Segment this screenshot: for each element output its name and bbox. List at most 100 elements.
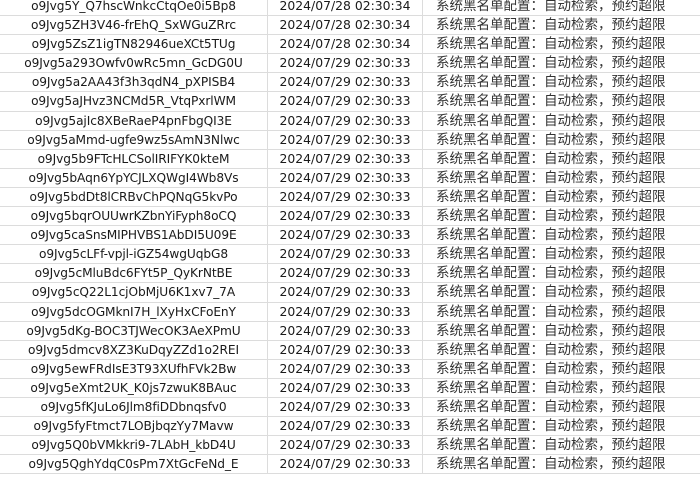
timestamp-cell[interactable]: 2024/07/29 02:30:33 (268, 226, 423, 245)
reason-cell[interactable]: 系统黑名单配置：自动检索，预约超限 (423, 360, 700, 378)
openid-cell[interactable]: o9Jvg5ewFRdIsE3T93XUfhFVk2Bw (0, 359, 268, 378)
openid-cell[interactable]: o9Jvg5bAqn6YpYCJLXQWgI4Wb8Vs (0, 168, 268, 187)
timestamp-cell[interactable]: 2024/07/29 02:30:33 (268, 302, 423, 321)
reason-cell[interactable]: 系统黑名单配置：自动检索，预约超限 (423, 436, 700, 454)
table-row: o9Jvg5ewFRdIsE3T93XUfhFVk2Bw 2024/07/29 0… (0, 359, 700, 379)
table-row: o9Jvg5cLFf-vpjl-iGZ54wgUqbG8 2024/07/29 0… (0, 245, 700, 265)
timestamp-cell[interactable]: 2024/07/29 02:30:33 (268, 283, 423, 302)
openid-cell[interactable]: o9Jvg5a293Owfv0wRc5mn_GcDG0U (0, 54, 268, 73)
timestamp-cell[interactable]: 2024/07/29 02:30:33 (268, 92, 423, 111)
reason-cell[interactable]: 系统黑名单配置：自动检索，预约超限 (423, 417, 700, 435)
reason-cell[interactable]: 系统黑名单配置：自动检索，预约超限 (423, 283, 700, 301)
timestamp-cell[interactable]: 2024/07/29 02:30:33 (268, 340, 423, 359)
reason-cell[interactable]: 系统黑名单配置：自动检索，预约超限 (423, 322, 700, 340)
openid-cell[interactable]: o9Jvg5fKJuLo6Jlm8fiDDbnqsfv0 (0, 397, 268, 417)
table-row: o9Jvg5dmcv8XZ3KuDqyZZd1o2REI 2024/07/29 0… (0, 340, 700, 360)
timestamp-cell[interactable]: 2024/07/29 02:30:33 (268, 149, 423, 168)
openid-cell[interactable]: o9Jvg5fyFtmct7LOBjbqzYy7Mavw (0, 417, 268, 436)
timestamp-cell[interactable]: 2024/07/29 02:30:33 (268, 417, 423, 436)
openid-cell[interactable]: o9Jvg5eXmt2UK_K0js7zwuK8BAuc (0, 378, 268, 397)
openid-cell[interactable]: o9Jvg5b9FTcHLCSolIRIFYK0kteM (0, 149, 268, 168)
timestamp-cell[interactable]: 2024/07/29 02:30:33 (268, 73, 423, 92)
table-row: o9Jvg5caSnsMIPHVBS1AbDI5U09E 2024/07/29 0… (0, 226, 700, 246)
openid-cell[interactable]: o9Jvg5cMluBdc6FYt5P_QyKrNtBE (0, 264, 268, 283)
timestamp-cell[interactable]: 2024/07/29 02:30:33 (268, 264, 423, 283)
table-row: o9Jvg5dKg-BOC3TJWecOK3AeXPmU 2024/07/29 0… (0, 321, 700, 341)
table-row: o9Jvg5bqrOUUwrKZbnYiFyph8oCQ 2024/07/29 0… (0, 207, 700, 227)
timestamp-cell[interactable]: 2024/07/29 02:30:33 (268, 455, 423, 474)
openid-cell[interactable]: o9Jvg5caSnsMIPHVBS1AbDI5U09E (0, 226, 268, 245)
reason-cell[interactable]: 系统黑名单配置：自动检索，预约超限 (423, 398, 700, 416)
table-row: o9Jvg5bdDt8lCRBvChPQNqG5kvPo 2024/07/29 0… (0, 187, 700, 208)
openid-cell[interactable]: o9Jvg5aJHvz3NCMd5R_VtqPxrlWM (0, 92, 268, 111)
openid-cell[interactable]: o9Jvg5ajIc8XBeRaeP4pnFbgQI3E (0, 111, 268, 130)
table-row: o9Jvg5QghYdqC0sPm7XtGcFeNd_E 2024/07/29 0… (0, 455, 700, 475)
reason-cell[interactable]: 系统黑名单配置：自动检索，预约超限 (423, 0, 700, 15)
reason-cell[interactable]: 系统黑名单配置：自动检索，预约超限 (423, 341, 700, 359)
reason-cell[interactable]: 系统黑名单配置：自动检索，预约超限 (423, 131, 700, 149)
reason-cell[interactable]: 系统黑名单配置：自动检索，预约超限 (423, 150, 700, 168)
openid-cell[interactable]: o9Jvg5ZH3V46-frEhQ_SxWGuZRrc (0, 16, 268, 35)
reason-cell[interactable]: 系统黑名单配置：自动检索，预约超限 (423, 92, 700, 110)
reason-cell[interactable]: 系统黑名单配置：自动检索，预约超限 (423, 16, 700, 34)
reason-cell[interactable]: 系统黑名单配置：自动检索，预约超限 (423, 73, 700, 91)
table-row: o9Jvg5ZsZ1igTN82946ueXCt5TUg 2024/07/28 0… (0, 35, 700, 55)
timestamp-cell[interactable]: 2024/07/28 02:30:34 (268, 16, 423, 35)
timestamp-cell[interactable]: 2024/07/29 02:30:33 (268, 130, 423, 149)
table-row: o9Jvg5dcOGMknI7H_lXyHxCFoEnY 2024/07/29 0… (0, 302, 700, 322)
openid-cell[interactable]: o9Jvg5Y_Q7hscWnkcCtqOe0i5Bp8 (0, 0, 268, 16)
reason-cell[interactable]: 系统黑名单配置：自动检索，预约超限 (423, 245, 700, 263)
openid-cell[interactable]: o9Jvg5aMmd-ugfe9wz5sAmN3Nlwc (0, 130, 268, 149)
reason-cell[interactable]: 系统黑名单配置：自动检索，预约超限 (423, 35, 700, 53)
table-row: o9Jvg5cMluBdc6FYt5P_QyKrNtBE 2024/07/29 0… (0, 264, 700, 284)
openid-cell[interactable]: o9Jvg5QghYdqC0sPm7XtGcFeNd_E (0, 455, 268, 474)
openid-cell[interactable]: o9Jvg5bdDt8lCRBvChPQNqG5kvPo (0, 187, 268, 207)
timestamp-cell[interactable]: 2024/07/29 02:30:33 (268, 168, 423, 187)
timestamp-cell[interactable]: 2024/07/29 02:30:33 (268, 187, 423, 207)
reason-cell[interactable]: 系统黑名单配置：自动检索，预约超限 (423, 112, 700, 130)
table-row: o9Jvg5bAqn6YpYCJLXQWgI4Wb8Vs 2024/07/29 0… (0, 168, 700, 188)
table-row: o9Jvg5a293Owfv0wRc5mn_GcDG0U 2024/07/29 0… (0, 54, 700, 74)
openid-cell[interactable]: o9Jvg5cLFf-vpjl-iGZ54wgUqbG8 (0, 245, 268, 264)
table-row: o9Jvg5fyFtmct7LOBjbqzYy7Mavw 2024/07/29 0… (0, 417, 700, 437)
table-row: o9Jvg5aJHvz3NCMd5R_VtqPxrlWM 2024/07/29 0… (0, 92, 700, 112)
table-row: o9Jvg5aMmd-ugfe9wz5sAmN3Nlwc 2024/07/29 0… (0, 130, 700, 150)
reason-cell[interactable]: 系统黑名单配置：自动检索，预约超限 (423, 264, 700, 282)
table-row: o9Jvg5fKJuLo6Jlm8fiDDbnqsfv0 2024/07/29 0… (0, 397, 700, 418)
timestamp-cell[interactable]: 2024/07/29 02:30:33 (268, 111, 423, 130)
openid-cell[interactable]: o9Jvg5Q0bVMkkri9-7LAbH_kbD4U (0, 436, 268, 455)
reason-cell[interactable]: 系统黑名单配置：自动检索，预约超限 (423, 226, 700, 244)
timestamp-cell[interactable]: 2024/07/29 02:30:33 (268, 378, 423, 397)
timestamp-cell[interactable]: 2024/07/29 02:30:33 (268, 321, 423, 340)
reason-cell[interactable]: 系统黑名单配置：自动检索，预约超限 (423, 207, 700, 225)
openid-cell[interactable]: o9Jvg5ZsZ1igTN82946ueXCt5TUg (0, 35, 268, 54)
table-row: o9Jvg5Q0bVMkkri9-7LAbH_kbD4U 2024/07/29 0… (0, 436, 700, 456)
timestamp-cell[interactable]: 2024/07/29 02:30:33 (268, 359, 423, 378)
timestamp-cell[interactable]: 2024/07/29 02:30:33 (268, 207, 423, 226)
openid-cell[interactable]: o9Jvg5dmcv8XZ3KuDqyZZd1o2REI (0, 340, 268, 359)
timestamp-cell[interactable]: 2024/07/29 02:30:33 (268, 54, 423, 73)
reason-cell[interactable]: 系统黑名单配置：自动检索，预约超限 (423, 303, 700, 321)
reason-cell[interactable]: 系统黑名单配置：自动检索，预约超限 (423, 169, 700, 187)
reason-cell[interactable]: 系统黑名单配置：自动检索，预约超限 (423, 188, 700, 206)
openid-cell[interactable]: o9Jvg5dKg-BOC3TJWecOK3AeXPmU (0, 321, 268, 340)
table-row: o9Jvg5eXmt2UK_K0js7zwuK8BAuc 2024/07/29 0… (0, 378, 700, 398)
reason-cell[interactable]: 系统黑名单配置：自动检索，预约超限 (423, 379, 700, 397)
openid-cell[interactable]: o9Jvg5a2AA43f3h3qdN4_pXPISB4 (0, 73, 268, 92)
timestamp-cell[interactable]: 2024/07/29 02:30:33 (268, 436, 423, 455)
table-row: o9Jvg5cQ22L1cjObMjU6K1xv7_7A 2024/07/29 0… (0, 283, 700, 303)
reason-cell[interactable]: 系统黑名单配置：自动检索，预约超限 (423, 54, 700, 72)
reason-cell[interactable]: 系统黑名单配置：自动检索，预约超限 (423, 455, 700, 473)
table-row: o9Jvg5ajIc8XBeRaeP4pnFbgQI3E 2024/07/29 0… (0, 111, 700, 131)
timestamp-cell[interactable]: 2024/07/28 02:30:34 (268, 0, 423, 16)
table-row: o9Jvg5ZH3V46-frEhQ_SxWGuZRrc 2024/07/28 0… (0, 16, 700, 36)
timestamp-cell[interactable]: 2024/07/29 02:30:33 (268, 245, 423, 264)
table-row: o9Jvg5a2AA43f3h3qdN4_pXPISB4 2024/07/29 0… (0, 73, 700, 93)
openid-cell[interactable]: o9Jvg5cQ22L1cjObMjU6K1xv7_7A (0, 283, 268, 302)
openid-cell[interactable]: o9Jvg5dcOGMknI7H_lXyHxCFoEnY (0, 302, 268, 321)
openid-cell[interactable]: o9Jvg5bqrOUUwrKZbnYiFyph8oCQ (0, 207, 268, 226)
timestamp-cell[interactable]: 2024/07/29 02:30:33 (268, 397, 423, 417)
timestamp-cell[interactable]: 2024/07/28 02:30:34 (268, 35, 423, 54)
table-row: o9Jvg5b9FTcHLCSolIRIFYK0kteM 2024/07/29 0… (0, 149, 700, 169)
table-row: o9Jvg5Y_Q7hscWnkcCtqOe0i5Bp8 2024/07/28 0… (0, 0, 700, 17)
